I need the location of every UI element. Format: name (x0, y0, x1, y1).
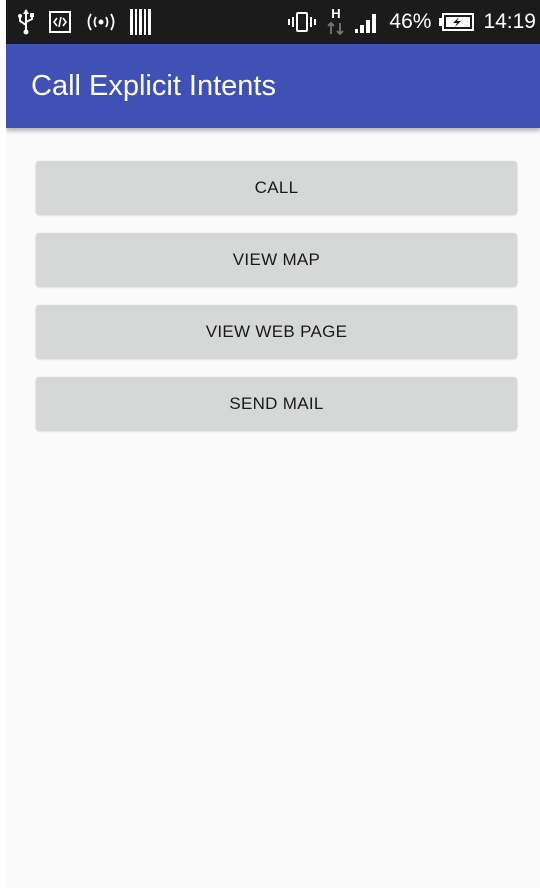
status-left-icons (16, 6, 152, 38)
status-right-icons: H 46% 14:19 (287, 6, 536, 38)
phone-screen: H 46% 14:19 Call Explicit Intents CALL V… (6, 0, 540, 888)
usb-icon (16, 9, 36, 35)
vibrate-icon (287, 10, 317, 34)
network-activity-icon: H (325, 7, 347, 37)
battery-charging-icon (439, 12, 475, 32)
wireless-broadcast-icon (84, 11, 118, 33)
battery-percent: 46% (389, 10, 432, 33)
status-bar: H 46% 14:19 (6, 0, 540, 44)
send-mail-button[interactable]: SEND MAIL (36, 377, 517, 430)
view-web-page-button[interactable]: VIEW WEB PAGE (36, 305, 517, 358)
signal-icon (355, 11, 381, 33)
app-title: Call Explicit Intents (31, 70, 276, 102)
clock: 14:19 (483, 10, 536, 33)
network-type-label: H (332, 7, 341, 21)
view-map-button[interactable]: VIEW MAP (36, 233, 517, 286)
app-bar: Call Explicit Intents (6, 44, 540, 128)
call-button[interactable]: CALL (36, 161, 517, 214)
barcode-icon (130, 8, 152, 36)
developer-mode-icon (48, 10, 72, 34)
